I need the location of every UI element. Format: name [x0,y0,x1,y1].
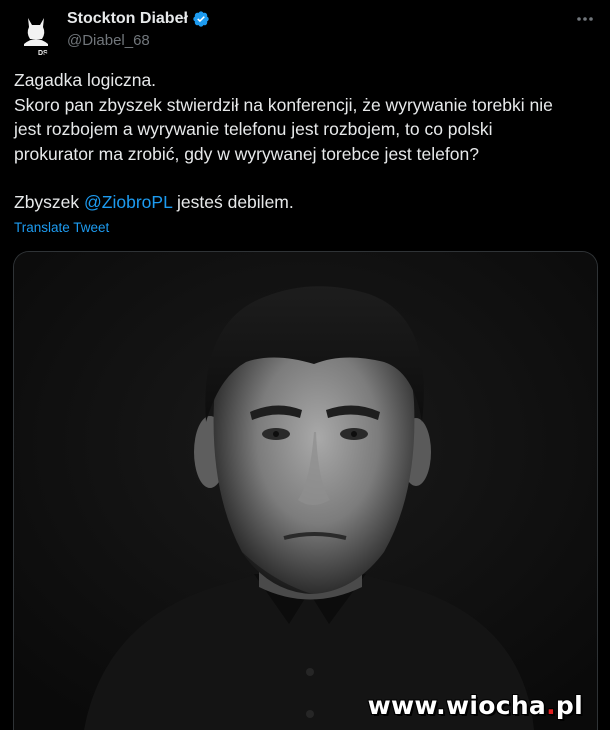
author-handle[interactable]: @Diabel_68 [67,32,210,49]
watermark-prefix: www. [367,691,446,720]
watermark-suffix: pl [555,691,583,720]
author-names: Stockton Diabeł @Diabel_68 [67,9,210,49]
tweet-line: Skoro pan zbyszek stwierdził na konferen… [14,94,553,115]
watermark-dot: . [546,691,556,720]
tweet-line: prokurator ma zrobić, gdy w wyrywanej to… [14,143,479,164]
tweet-closing-line: Zbyszek @ZiobroPL jesteś debilem. [14,190,600,215]
tweet-header: DS Stockton Diabeł @Diabel_68 [12,8,598,56]
translate-tweet-link[interactable]: Translate Tweet [14,220,109,235]
verified-badge-icon[interactable] [192,10,210,28]
portrait-photo [14,252,597,730]
avatar[interactable]: DS [12,8,60,56]
mention-link[interactable]: @ZiobroPL [84,192,172,212]
closing-prefix: Zbyszek [14,192,85,212]
tweet-media-image[interactable]: www.wiocha.pl [13,251,598,730]
tweet-text: Zagadka logiczna. Skoro pan zbyszek stwi… [14,68,600,215]
more-icon[interactable] [574,10,596,28]
watermark-main: wiocha [445,691,547,720]
display-name-row: Stockton Diabeł [67,9,210,29]
closing-suffix: jesteś debilem. [172,192,294,212]
avatar-initials: DS [38,50,48,56]
watermark: www.wiocha.pl [368,691,583,720]
devil-logo-icon: DS [12,8,60,56]
display-name[interactable]: Stockton Diabeł [67,10,188,28]
tweet-line: jest rozbojem a wyrywanie telefonu jest … [14,119,493,139]
tweet-line: Zagadka logiczna. [14,70,157,90]
